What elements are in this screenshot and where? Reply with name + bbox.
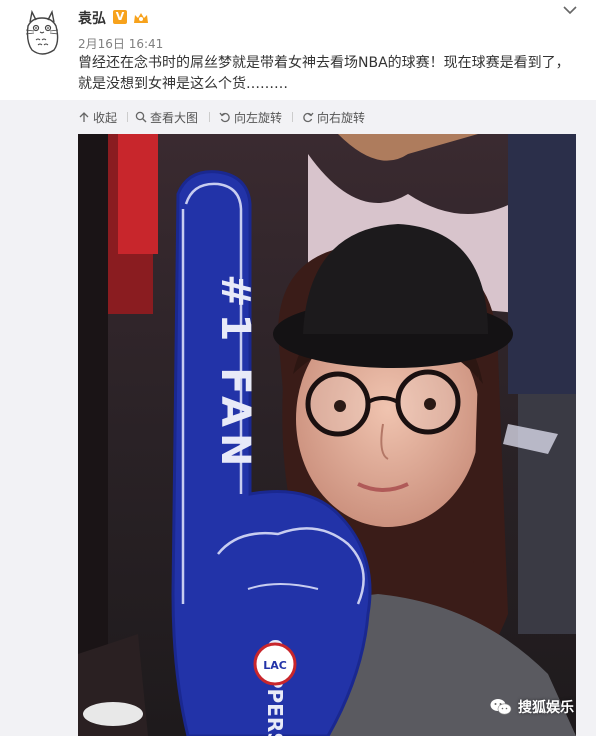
view-large-label: 查看大图 bbox=[150, 110, 199, 125]
avatar[interactable] bbox=[18, 8, 68, 58]
foam-finger-text: #1 FAN bbox=[212, 274, 258, 472]
post-timestamp[interactable]: 2月16日 16:41 bbox=[78, 35, 163, 52]
media-panel: 收起 查看大图 向左旋转 向右旋转 #1 FAN CLIPPERS LAC bbox=[0, 100, 596, 736]
collapse-arrow-icon bbox=[79, 112, 89, 122]
collapse-label: 收起 bbox=[93, 110, 118, 125]
totoro-avatar-icon bbox=[25, 9, 59, 55]
weibo-post: 袁弘 V 2月16日 16:41 曾经还在念书时的屌丝梦就是带着女神去看场NBA… bbox=[0, 0, 596, 736]
post-text: 曾经还在念书时的屌丝梦就是带着女神去看场NBA的球赛！现在球赛是看到了，就是没想… bbox=[78, 55, 570, 92]
crown-icon bbox=[133, 10, 149, 24]
rotate-left-label: 向左旋转 bbox=[234, 110, 283, 125]
watermark-label: 搜狐娱乐 bbox=[518, 700, 574, 716]
toolbar-divider bbox=[127, 112, 128, 122]
toolbar-divider bbox=[209, 112, 210, 122]
team-logo-text: LAC bbox=[263, 659, 287, 672]
rotate-left-icon bbox=[219, 112, 230, 123]
media-toolbar: 收起 查看大图 向左旋转 向右旋转 bbox=[0, 100, 596, 134]
chevron-down-icon[interactable] bbox=[562, 2, 578, 16]
collapse-button[interactable]: 收起 bbox=[78, 109, 117, 125]
sohu-watermark: 搜狐娱乐 bbox=[490, 697, 574, 717]
username[interactable]: 袁弘 bbox=[78, 8, 106, 28]
view-large-button[interactable]: 查看大图 bbox=[135, 109, 198, 125]
rotate-left-button[interactable]: 向左旋转 bbox=[219, 109, 282, 125]
photo-illustration: #1 FAN CLIPPERS LAC bbox=[78, 134, 576, 736]
rotate-right-label: 向右旋转 bbox=[317, 110, 366, 125]
verified-v-icon: V bbox=[113, 10, 127, 24]
toolbar-divider bbox=[292, 112, 293, 122]
rotate-right-button[interactable]: 向右旋转 bbox=[302, 109, 365, 125]
post-photo[interactable]: #1 FAN CLIPPERS LAC bbox=[78, 134, 576, 736]
wechat-icon bbox=[490, 699, 512, 715]
rotate-right-icon bbox=[303, 112, 314, 123]
search-icon bbox=[135, 111, 147, 123]
